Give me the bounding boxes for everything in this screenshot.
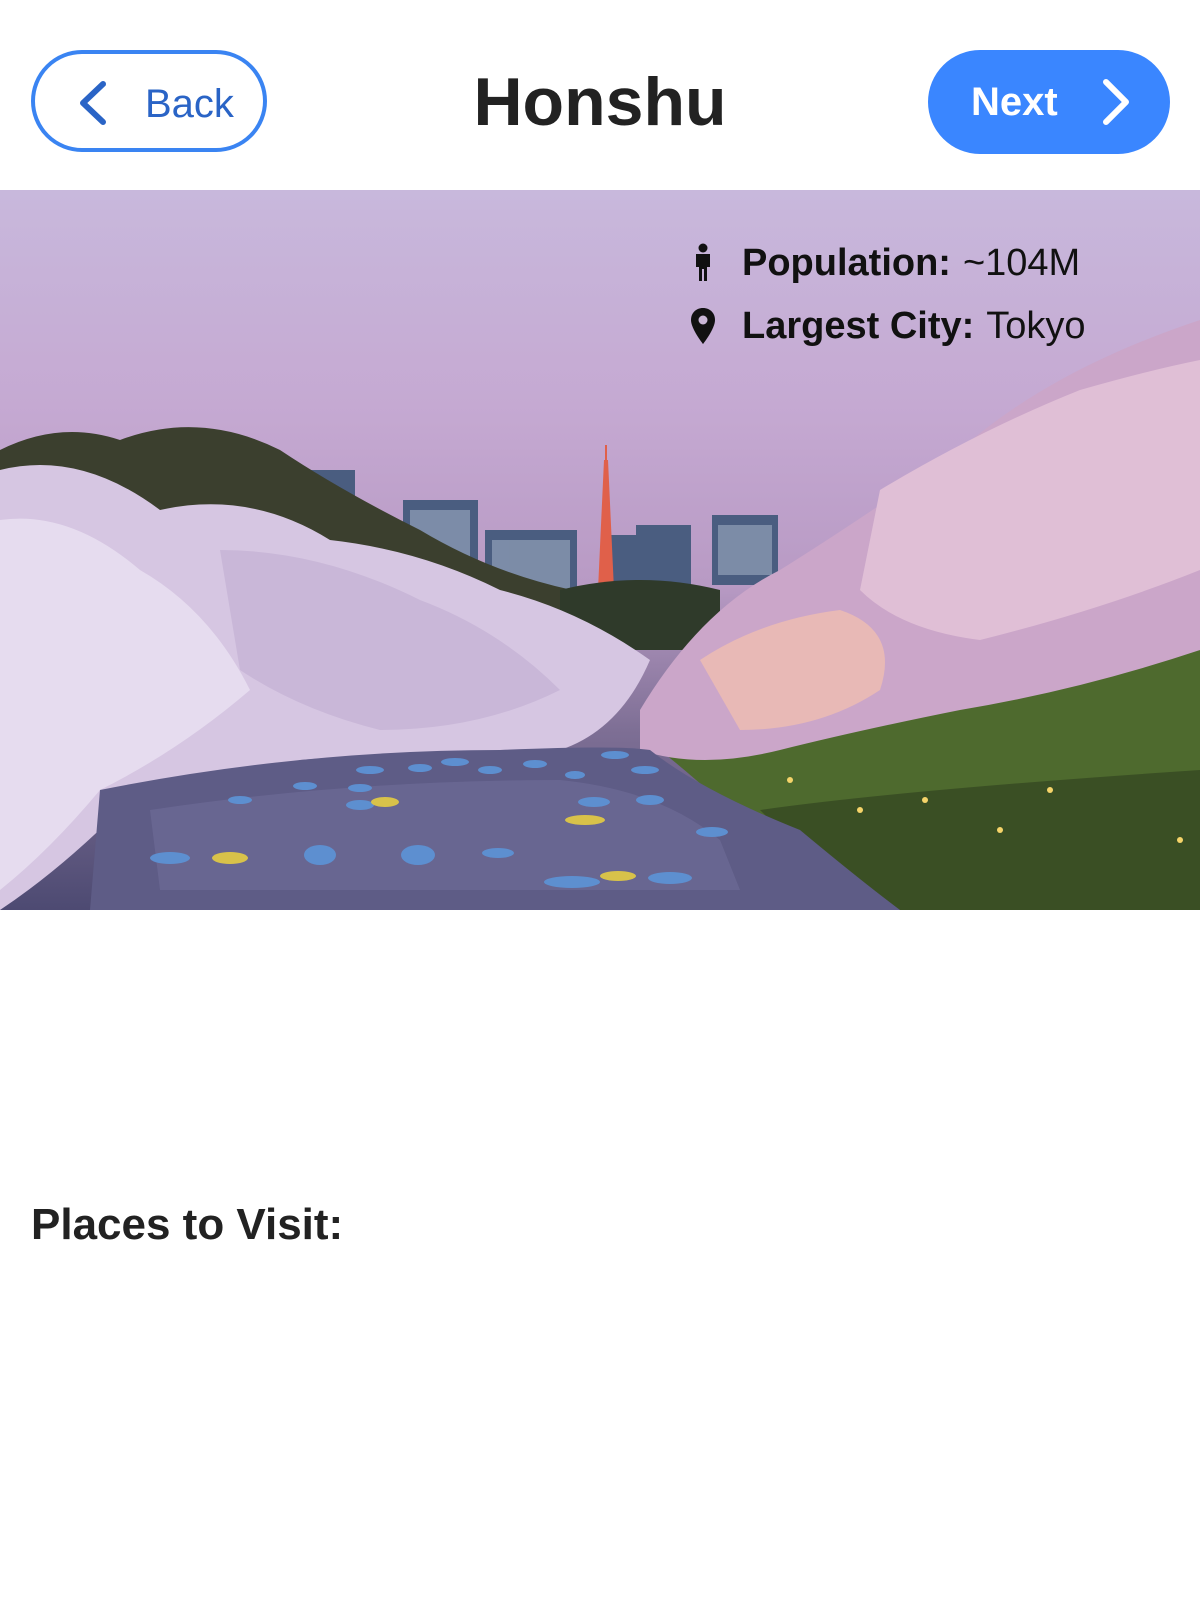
largest-city-row: Largest City: Tokyo [690, 301, 1086, 351]
chevron-left-icon [80, 81, 106, 125]
population-row: Population: ~104M [690, 238, 1080, 288]
largest-city-value: Tokyo [986, 304, 1086, 347]
next-button-label: Next [971, 80, 1058, 124]
hero-photo-illustration [0, 320, 1200, 910]
top-nav-bar: Back Honshu Next [0, 0, 1200, 190]
hero-photo-cherry-blossoms [0, 190, 1200, 910]
population-label: Population: [742, 241, 951, 284]
population-value: ~104M [962, 241, 1081, 284]
chevron-right-icon [1103, 79, 1129, 125]
back-button[interactable]: Back [31, 50, 267, 152]
places-to-visit-heading: Places to Visit: [31, 1200, 344, 1249]
person-icon [696, 243, 710, 281]
page-title: Honshu [473, 64, 727, 140]
next-button[interactable]: Next [928, 50, 1170, 154]
largest-city-label: Largest City: [742, 304, 975, 347]
map-pin-icon [691, 308, 715, 344]
back-button-label: Back [145, 82, 234, 126]
